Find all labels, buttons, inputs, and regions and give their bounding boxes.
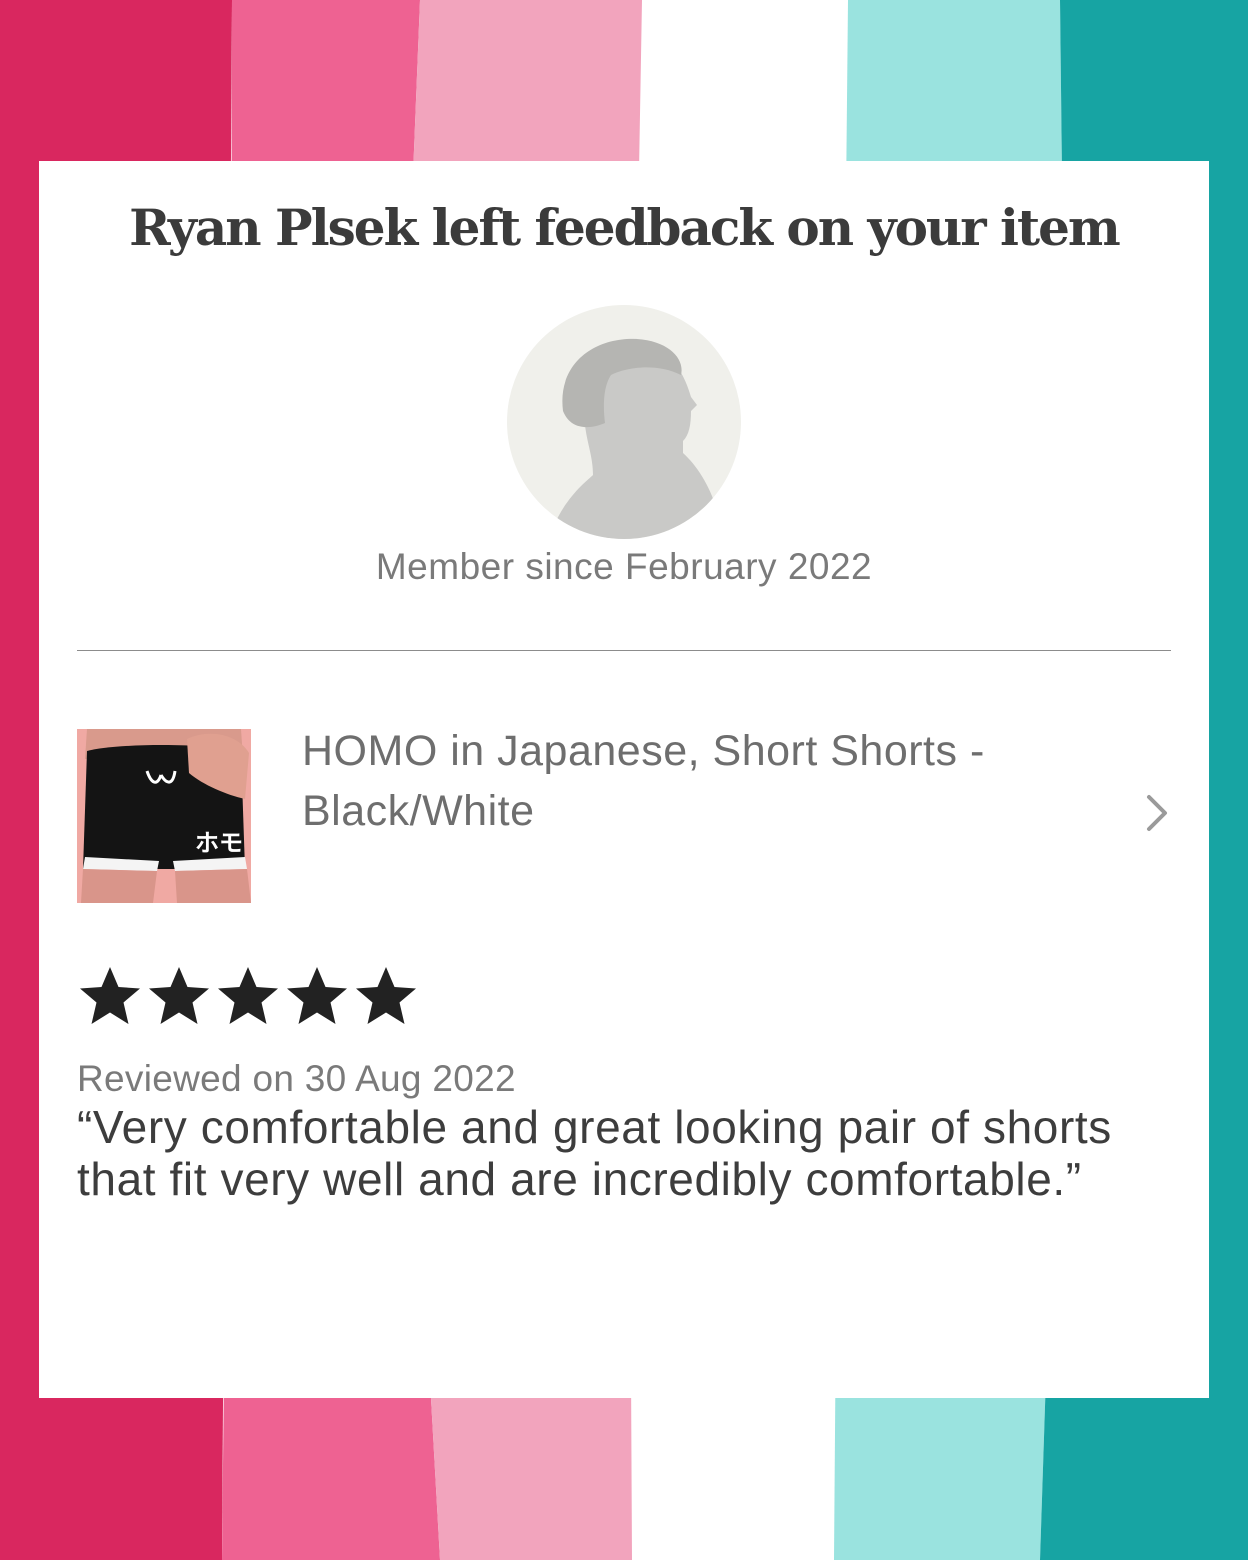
divider bbox=[77, 650, 1171, 651]
feedback-card: Ryan Plsek left feedback on your item Me… bbox=[39, 161, 1209, 1398]
item-thumbnail[interactable]: ホモ bbox=[77, 729, 251, 903]
star-rating bbox=[77, 963, 419, 1029]
item-title[interactable]: HOMO in Japanese, Short Shorts - Black/W… bbox=[302, 721, 1102, 841]
review-date: Reviewed on 30 Aug 2022 bbox=[77, 1058, 516, 1099]
star-icon bbox=[287, 967, 347, 1024]
thumbnail-print: ホモ bbox=[195, 829, 243, 857]
feedback-title: Ryan Plsek left feedback on your item bbox=[129, 198, 1121, 257]
chevron-right-icon[interactable] bbox=[1143, 791, 1171, 835]
star-icon bbox=[356, 967, 416, 1024]
star-icon bbox=[218, 967, 278, 1024]
item-row[interactable]: ホモ HOMO in Japanese, Short Shorts - Blac… bbox=[77, 727, 1171, 905]
star-icon bbox=[149, 967, 209, 1024]
review-text: “Very comfortable and great looking pair… bbox=[77, 1101, 1112, 1205]
default-user-avatar-icon[interactable] bbox=[507, 305, 741, 539]
star-icon bbox=[80, 967, 140, 1024]
member-since: Member since February 2022 bbox=[375, 546, 873, 587]
